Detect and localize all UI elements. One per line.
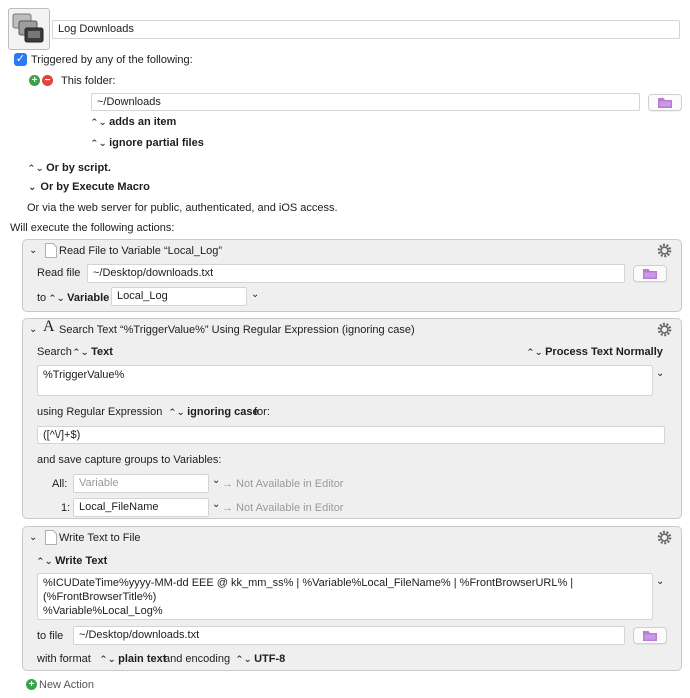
- gear-icon[interactable]: [656, 529, 673, 546]
- format-selector[interactable]: ⌃⌄ plain text: [99, 652, 166, 666]
- group-1-not-available-text: → Not Available in Editor: [222, 502, 344, 514]
- search-text-field[interactable]: %TriggerValue%: [37, 365, 653, 396]
- partial-selector[interactable]: ⌃⌄ ignore partial files: [90, 136, 204, 150]
- variable-menu-chevron-icon[interactable]: ⌄: [251, 288, 259, 302]
- gear-icon[interactable]: [656, 321, 673, 338]
- macro-icon[interactable]: [8, 8, 50, 50]
- variable-name-field[interactable]: Local_Log: [111, 287, 247, 306]
- text-action-icon: A: [43, 318, 55, 335]
- read-file-path-field[interactable]: ~/Desktop/downloads.txt: [87, 264, 625, 283]
- updown-icon: ⌃⌄: [90, 138, 107, 148]
- text-line: %ICUDateTime%yyyy-MM-dd EEE @ kk_mm_ss% …: [43, 577, 574, 589]
- updown-icon: ⌃⌄: [526, 347, 543, 357]
- add-icon: +: [26, 679, 37, 690]
- folder-icon: [643, 269, 657, 279]
- text-menu-chevron-icon[interactable]: ⌄: [656, 367, 664, 381]
- group-1-menu-chevron-icon[interactable]: ⌄: [212, 498, 220, 512]
- write-text-field[interactable]: %ICUDateTime%yyyy-MM-dd EEE @ kk_mm_ss% …: [37, 573, 653, 620]
- updown-icon: ⌃⌄: [48, 293, 65, 303]
- folder-icon: [658, 98, 672, 108]
- read-file-label: Read file: [37, 267, 81, 279]
- document-icon: [45, 243, 57, 258]
- web-server-text: Or via the web server for public, authen…: [27, 202, 338, 214]
- action-search-text[interactable]: ⌄ A Search Text “%TriggerValue%” Using R…: [22, 318, 682, 519]
- search-label: Search: [37, 346, 72, 358]
- choose-file-button[interactable]: [633, 265, 667, 282]
- macro-name-field[interactable]: Log Downloads: [52, 20, 680, 39]
- remove-trigger-icon[interactable]: −: [42, 75, 53, 86]
- updown-icon: ⌃⌄: [235, 654, 252, 664]
- triggered-label: Triggered by any of the following:: [31, 54, 193, 66]
- this-folder-label: This folder:: [61, 75, 116, 87]
- all-variable-menu-chevron-icon[interactable]: ⌄: [212, 474, 220, 488]
- action-read-file[interactable]: ⌄ Read File to Variable “Local_Log” Read…: [22, 239, 682, 312]
- text-source-selector[interactable]: ⌃⌄ Text: [72, 345, 113, 359]
- choose-folder-button[interactable]: [648, 94, 682, 111]
- folder-icon: [643, 631, 657, 641]
- updown-icon: ⌃⌄: [27, 163, 44, 173]
- updown-icon: ⌃⌄: [36, 556, 53, 566]
- updown-icon: ⌃⌄: [168, 407, 185, 417]
- updown-icon: ⌃⌄: [90, 117, 107, 127]
- to-file-label: to file: [37, 630, 64, 642]
- triggered-checkbox[interactable]: ✓: [14, 53, 27, 66]
- gear-icon[interactable]: [656, 242, 673, 259]
- group-1-label: 1:: [61, 502, 71, 514]
- by-script-selector[interactable]: ⌃⌄ Or by script.: [27, 161, 111, 175]
- updown-icon: ⌃⌄: [72, 347, 89, 357]
- regex-field[interactable]: ([^\/]+$): [37, 426, 665, 444]
- write-text-selector[interactable]: ⌃⌄ Write Text: [36, 554, 107, 568]
- document-icon: [45, 530, 57, 545]
- new-action-label: New Action: [39, 679, 95, 691]
- all-not-available-text: → Not Available in Editor: [222, 478, 344, 490]
- action-title: Read File to Variable “Local_Log”: [59, 245, 223, 257]
- collapse-chevron-icon[interactable]: ⌄: [29, 244, 37, 258]
- encoding-label: and encoding: [164, 653, 231, 665]
- updown-icon: ⌃⌄: [99, 654, 116, 664]
- action-write-text[interactable]: ⌄ Write Text to File ⌃⌄ Write Text %ICUDa…: [22, 526, 682, 671]
- format-label: with format: [37, 653, 91, 665]
- add-trigger-icon[interactable]: +: [29, 75, 40, 86]
- folder-path-field[interactable]: ~/Downloads: [91, 93, 640, 111]
- choose-file-button[interactable]: [633, 627, 667, 644]
- to-label: to: [37, 292, 47, 304]
- case-selector[interactable]: ⌃⌄ ignoring case: [168, 405, 258, 419]
- all-variable-field[interactable]: Variable: [73, 474, 209, 493]
- encoding-selector[interactable]: ⌃⌄ UTF-8: [235, 652, 285, 666]
- save-groups-label: and save capture groups to Variables:: [37, 454, 222, 466]
- group-1-variable-field[interactable]: Local_FileName: [73, 498, 209, 517]
- process-text-selector[interactable]: ⌃⌄ Process Text Normally: [526, 345, 663, 359]
- collapse-chevron-icon[interactable]: ⌄: [29, 531, 37, 545]
- all-label: All:: [52, 478, 68, 490]
- text-menu-chevron-icon[interactable]: ⌄: [656, 575, 664, 589]
- adds-selector[interactable]: ⌃⌄ adds an item: [90, 115, 176, 129]
- text-line: (%FrontBrowserTitle%): [43, 591, 157, 603]
- will-execute-label: Will execute the following actions:: [10, 222, 175, 234]
- for-label: for:: [254, 406, 270, 418]
- action-title: Write Text to File: [59, 532, 141, 544]
- collapse-chevron-icon[interactable]: ⌄: [29, 323, 37, 337]
- write-file-path-field[interactable]: ~/Desktop/downloads.txt: [73, 626, 625, 645]
- by-execute-selector[interactable]: ⌄ Or by Execute Macro: [28, 180, 150, 195]
- chevron-down-icon: ⌄: [28, 182, 37, 193]
- variable-type-selector[interactable]: ⌃⌄ Variable: [48, 291, 109, 305]
- using-regex-label: using Regular Expression: [37, 406, 163, 418]
- text-line: %Variable%Local_Log%: [43, 605, 163, 617]
- action-title: Search Text “%TriggerValue%” Using Regul…: [59, 324, 415, 336]
